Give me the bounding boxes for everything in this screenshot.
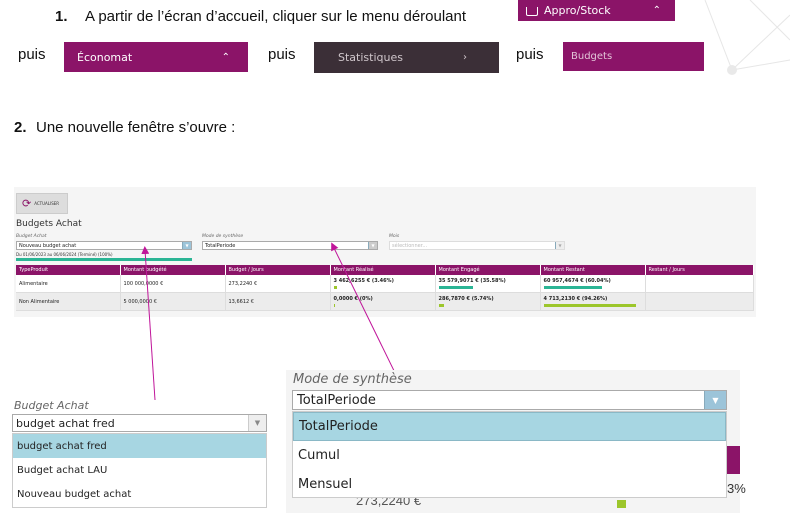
dropdown-caret-icon: ▼: [704, 391, 726, 409]
cell-per-day: 13,6612 €: [225, 292, 331, 311]
zoom-mode-synthese-value: TotalPeriode: [297, 393, 376, 408]
column-header: Budget / Jours: [225, 265, 331, 275]
cell-engage: 35 579,9071 € (35.58%): [435, 275, 541, 293]
cell-restant-jours: [645, 292, 754, 311]
dropdown-option[interactable]: Nouveau budget achat: [13, 482, 266, 506]
engage-bar: [438, 286, 474, 289]
menu-budgets-label: Budgets: [571, 51, 613, 62]
chevron-up-icon: ⌃: [221, 51, 230, 63]
mode-synthese-select[interactable]: TotalPeriode ▼: [202, 241, 378, 250]
column-header: Montant Réalisé: [330, 265, 436, 275]
zoom-budget-achat-value: budget achat fred: [16, 417, 115, 430]
dropdown-option[interactable]: Budget achat LAU: [13, 458, 266, 482]
dropdown-option[interactable]: TotalPeriode: [293, 412, 726, 441]
puis-text-1: puis: [18, 46, 46, 63]
table-row: Non Alimentaire 5 000,0000 € 13,6612 € 0…: [16, 292, 754, 311]
dropdown-option[interactable]: Cumul: [293, 441, 726, 470]
zoom-mode-peek-purple: [727, 446, 740, 474]
cell-budget: 5 000,0000 €: [120, 292, 226, 311]
cell-engage: 286,7870 € (5.74%): [435, 292, 541, 311]
cell-type: Alimentaire: [16, 275, 121, 293]
dropdown-option[interactable]: budget achat fred: [13, 434, 266, 458]
table-row: Alimentaire 100 000,0000 € 273,2240 € 3 …: [16, 275, 754, 293]
step-1-number: 1.: [55, 8, 68, 25]
zoom-mode-peek-value: 273,2240 €: [356, 497, 422, 508]
cell-engage-value: 286,7870 € (5.74%): [438, 296, 494, 302]
step-2-text: Une nouvelle fenêtre s’ouvre :: [36, 119, 236, 136]
budget-period-progress: [16, 258, 192, 261]
table-header-row: TypeProduit Montant budgété Budget / Jou…: [16, 265, 754, 275]
column-header: Restant / Jours: [645, 265, 754, 275]
realise-bar: [333, 286, 337, 289]
decorative-network-graphic: [704, 0, 790, 75]
budget-achat-label: Budget Achat: [16, 234, 47, 239]
zoom-mode-synthese-select[interactable]: TotalPeriode ▼: [292, 390, 727, 410]
budget-achat-select[interactable]: Nouveau budget achat ▼: [16, 241, 192, 250]
dropdown-option[interactable]: Mensuel: [293, 470, 726, 499]
budget-table-wrapper: TypeProduit Montant budgété Budget / Jou…: [16, 265, 754, 311]
menu-appro-stock-label: Appro/Stock: [544, 4, 611, 17]
step-2-number: 2.: [14, 119, 27, 136]
cell-realise-value: 3 462,6255 € (3.46%): [333, 278, 394, 284]
refresh-button[interactable]: ⟳ ACTUALISER: [16, 193, 68, 214]
engage-bar: [438, 304, 445, 307]
column-header: TypeProduit: [16, 265, 121, 275]
mois-placeholder: sélectionner...: [392, 243, 428, 249]
column-header: Montant budgété: [120, 265, 226, 275]
cell-type: Non Alimentaire: [16, 292, 121, 311]
cell-restant: 4 713,2130 € (94.26%): [540, 292, 646, 311]
step-1-text: A partir de l’écran d’accueil, cliquer s…: [85, 8, 467, 25]
menu-appro-stock-button[interactable]: Appro/Stock ⌃: [518, 0, 675, 21]
zoom-mode-peek-bar: [617, 500, 626, 508]
dropdown-caret-icon: ▼: [248, 415, 266, 431]
budgets-screen-capture: ⟳ ACTUALISER Budgets Achat Budget Achat …: [14, 187, 756, 317]
cell-restant-value: 4 713,2130 € (94.26%): [543, 296, 608, 302]
cell-restant-value: 60 957,4674 € (60.04%): [543, 278, 611, 284]
dropdown-caret-icon: ▼: [555, 242, 564, 249]
menu-budgets-button[interactable]: Budgets: [563, 42, 704, 71]
cell-restant-jours: [645, 275, 754, 293]
refresh-icon: ⟳: [22, 198, 32, 210]
restant-bar: [543, 286, 603, 289]
dropdown-caret-icon: ▼: [368, 242, 377, 249]
zoom-budget-achat-options: budget achat fred Budget achat LAU Nouve…: [12, 433, 267, 508]
mode-synthese-label: Mode de synthèse: [202, 234, 244, 239]
dropdown-caret-icon: ▼: [182, 242, 191, 249]
zoom-mode-peek-pct: 3%: [727, 481, 746, 496]
refresh-label: ACTUALISER: [34, 201, 60, 206]
cell-engage-value: 35 579,9071 € (35.58%): [438, 278, 506, 284]
menu-statistiques-label: Statistiques: [338, 51, 403, 64]
cell-per-day: 273,2240 €: [225, 275, 331, 293]
mois-label: Mois: [389, 234, 400, 239]
menu-economat-button[interactable]: Économat ⌃: [64, 42, 248, 72]
puis-text-3: puis: [516, 46, 544, 63]
chevron-up-icon: ⌃: [652, 5, 661, 16]
mois-select[interactable]: sélectionner... ▼: [389, 241, 565, 250]
puis-text-2: puis: [268, 46, 296, 63]
chevron-right-icon: ›: [463, 52, 467, 63]
menu-economat-label: Économat: [77, 50, 133, 64]
mode-synthese-value: TotalPeriode: [205, 243, 236, 249]
cell-realise: 0,0000 € (0%): [330, 292, 436, 311]
cell-realise: 3 462,6255 € (3.46%): [330, 275, 436, 293]
cell-budget: 100 000,0000 €: [120, 275, 226, 293]
zoom-mode-synthese-options: TotalPeriode Cumul Mensuel: [292, 411, 727, 498]
column-header: Montant Restant: [540, 265, 646, 275]
zoom-budget-achat-select[interactable]: budget achat fred ▼: [12, 414, 267, 432]
zoom-mode-synthese-label: Mode de synthèse: [293, 372, 412, 387]
cell-realise-value: 0,0000 € (0%): [333, 296, 373, 302]
column-header: Montant Engagé: [435, 265, 541, 275]
restant-bar: [543, 304, 636, 307]
budget-period-text: Du 01/06/2023 au 06/06/2024 (Terminé) (1…: [16, 252, 113, 257]
budget-achat-value: Nouveau budget achat: [19, 243, 77, 249]
realise-bar: [333, 304, 336, 307]
zoom-budget-achat-label: Budget Achat: [14, 399, 89, 412]
budget-table: TypeProduit Montant budgété Budget / Jou…: [16, 265, 754, 311]
basket-icon: [526, 7, 538, 16]
screen-title: Budgets Achat: [16, 219, 82, 229]
cell-restant: 60 957,4674 € (60.04%): [540, 275, 646, 293]
menu-statistiques-button[interactable]: Statistiques ›: [314, 42, 499, 73]
